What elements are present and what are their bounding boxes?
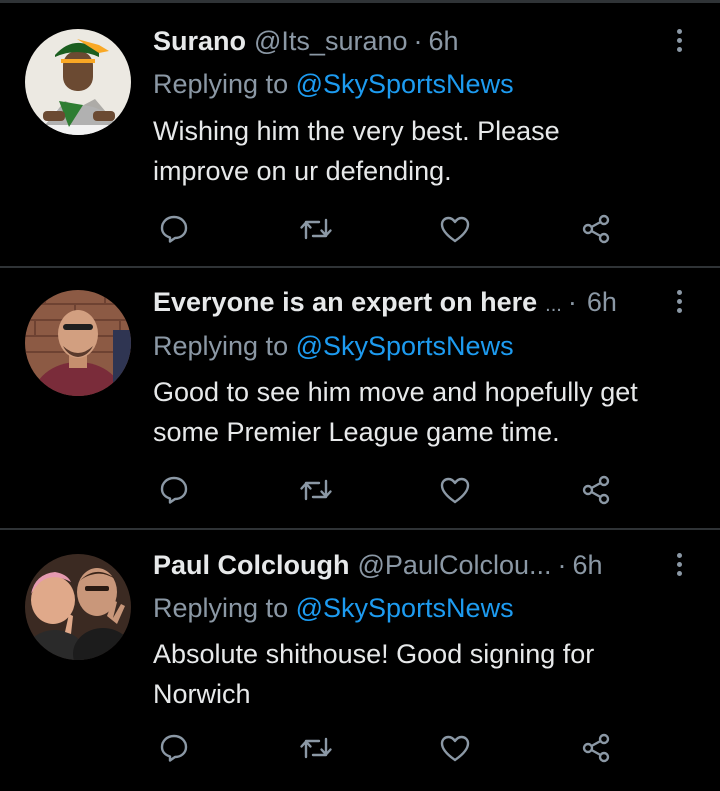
share-icon[interactable] <box>576 470 616 510</box>
timestamp[interactable]: 6h <box>587 287 617 317</box>
replying-to-label: Replying to <box>153 331 289 361</box>
retweet-icon[interactable] <box>296 470 336 510</box>
timestamp[interactable]: 6h <box>429 26 459 56</box>
avatar[interactable] <box>25 554 131 660</box>
tweet[interactable]: Surano @Its_surano · 6h Replying to @SkySpo… <box>0 0 720 266</box>
replying-to: Replying to @SkySportsNews <box>153 67 514 101</box>
share-icon[interactable] <box>576 209 616 249</box>
mention-link[interactable]: @SkySportsNews <box>296 593 514 623</box>
more-options-icon[interactable] <box>670 285 690 319</box>
like-icon[interactable] <box>435 728 475 768</box>
mention-link[interactable]: @SkySportsNews <box>296 69 514 99</box>
avatar[interactable] <box>25 290 131 396</box>
retweet-icon[interactable] <box>296 728 336 768</box>
tweet-header: Paul Colclough @PaulColclou... · 6h <box>153 548 660 582</box>
tweet-text-line: improve on ur defending. <box>153 156 452 186</box>
replying-to-label: Replying to <box>153 69 289 99</box>
tweet-text: Absolute shithouse! Good signing for Nor… <box>153 634 703 714</box>
tweet[interactable]: Paul Colclough @PaulColclou... · 6h Replyin… <box>0 530 720 791</box>
reply-icon[interactable] <box>154 470 194 510</box>
display-name[interactable]: Paul Colclough <box>153 550 350 580</box>
separator: · <box>413 26 423 56</box>
user-handle[interactable]: @PaulColclou... <box>358 550 552 580</box>
reply-icon[interactable] <box>154 728 194 768</box>
timestamp[interactable]: 6h <box>573 550 603 580</box>
tweet-text: Good to see him move and hopefully get s… <box>153 372 703 452</box>
tweet-text-line: some Premier League game time. <box>153 417 560 447</box>
action-bar <box>0 209 720 249</box>
tweet-text-line: Good to see him move and hopefully get <box>153 377 638 407</box>
tweet-text-line: Norwich <box>153 679 251 709</box>
replying-to-label: Replying to <box>153 593 289 623</box>
tweet[interactable]: Everyone is an expert on here... · 6h Repl… <box>0 268 720 528</box>
reply-icon[interactable] <box>154 209 194 249</box>
like-icon[interactable] <box>435 209 475 249</box>
tweet-text-line: Absolute shithouse! Good signing for <box>153 639 595 669</box>
display-name[interactable]: Surano <box>153 26 246 56</box>
action-bar <box>0 470 720 510</box>
separator: · <box>567 287 577 317</box>
ellipsis: ... <box>545 294 562 316</box>
tweet-text: Wishing him the very best. Please improv… <box>153 111 703 191</box>
tweet-text-line: Wishing him the very best. Please <box>153 116 560 146</box>
mention-link[interactable]: @SkySportsNews <box>296 331 514 361</box>
separator: · <box>557 550 567 580</box>
share-icon[interactable] <box>576 728 616 768</box>
tweet-header: Everyone is an expert on here... · 6h <box>153 285 660 319</box>
more-options-icon[interactable] <box>670 548 690 582</box>
like-icon[interactable] <box>435 470 475 510</box>
action-bar <box>0 728 720 768</box>
tweet-header: Surano @Its_surano · 6h <box>153 24 660 58</box>
avatar[interactable] <box>25 29 131 135</box>
retweet-icon[interactable] <box>296 209 336 249</box>
display-name[interactable]: Everyone is an expert on here <box>153 287 537 317</box>
more-options-icon[interactable] <box>670 24 690 58</box>
replying-to: Replying to @SkySportsNews <box>153 591 514 625</box>
user-handle[interactable]: @Its_surano <box>254 26 407 56</box>
replying-to: Replying to @SkySportsNews <box>153 329 514 363</box>
